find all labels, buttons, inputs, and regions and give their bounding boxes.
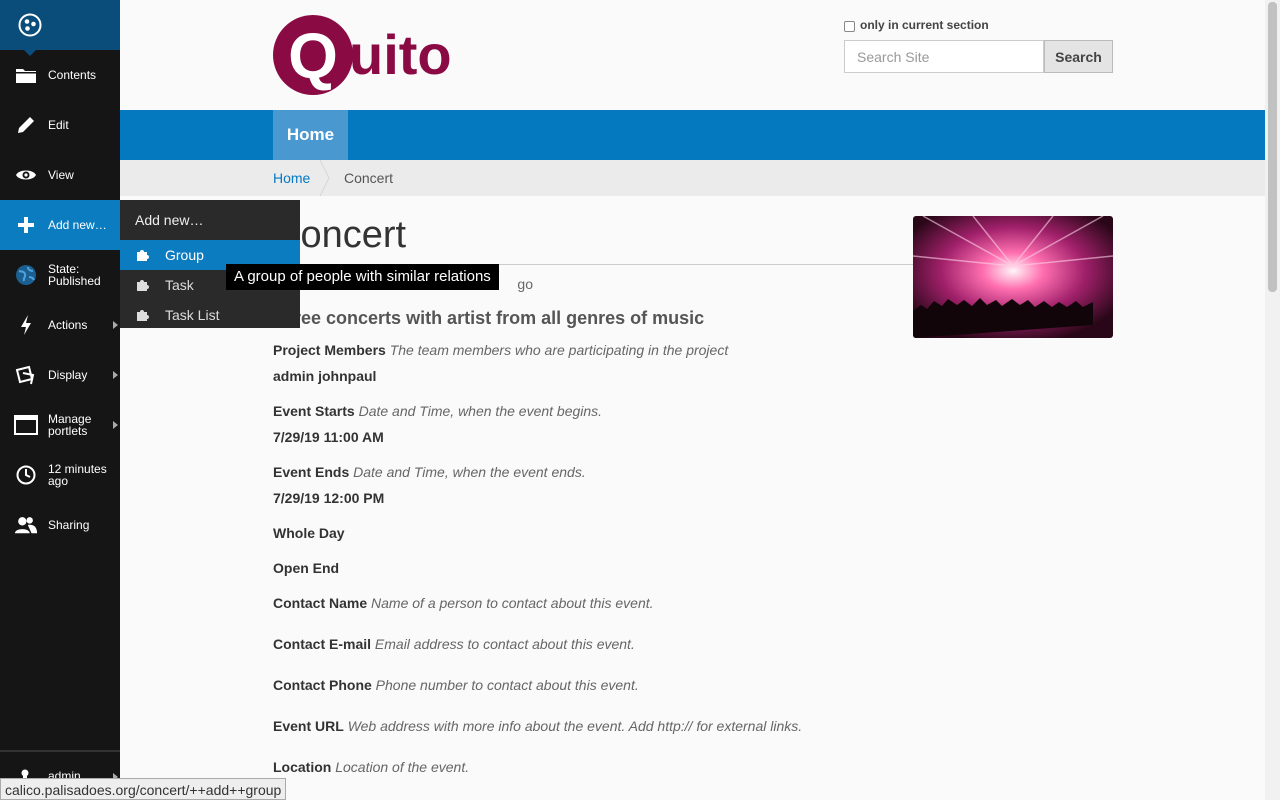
- toolbar-sharing[interactable]: Sharing: [0, 500, 120, 550]
- field-label: Contact E-mail: [273, 636, 372, 652]
- toolbar-add-new-label: Add new…: [48, 218, 107, 232]
- toolbar-actions-label: Actions: [48, 318, 88, 332]
- search-button[interactable]: Search: [1044, 40, 1113, 73]
- site-logo-text: uito: [349, 23, 452, 86]
- field-value: 7/29/19 11:00 AM: [273, 429, 384, 445]
- add-group-label: Group: [165, 247, 204, 263]
- toolbar-view-label: View: [48, 168, 74, 182]
- field-help: Phone number to contact about this event…: [375, 677, 639, 693]
- field-help: Date and Time, when the event ends.: [353, 464, 586, 480]
- field-contact-phone: Contact Phone Phone number to contact ab…: [273, 677, 639, 693]
- display-icon: [14, 363, 38, 387]
- toolbar-actions[interactable]: Actions: [0, 300, 120, 350]
- field-contact-name: Contact Name Name of a person to contact…: [273, 595, 654, 611]
- chevron-right-icon: [113, 321, 118, 329]
- breadcrumb: Home Concert: [120, 160, 1265, 196]
- bolt-icon: [14, 313, 38, 337]
- eye-icon: [14, 163, 38, 187]
- puzzle-icon: [136, 308, 152, 322]
- folder-icon: [14, 63, 38, 87]
- plus-icon: [14, 213, 38, 237]
- plone-logo-button[interactable]: [0, 0, 120, 56]
- field-help: Name of a person to contact about this e…: [371, 595, 654, 611]
- search-input[interactable]: Search Site: [844, 40, 1044, 73]
- add-new-menu-header: Add new…: [135, 212, 204, 228]
- puzzle-icon: [136, 248, 152, 262]
- field-label: Location: [273, 759, 332, 775]
- toolbar-manage-portlets-label: Manage portlets: [48, 412, 92, 438]
- field-label: Event Starts: [273, 403, 355, 419]
- field-help: The team members who are participating i…: [389, 342, 729, 358]
- puzzle-icon: [136, 278, 152, 292]
- add-task-list-item[interactable]: Task List: [120, 300, 300, 330]
- toolbar-sharing-label: Sharing: [48, 518, 90, 532]
- plone-logo-icon: [18, 13, 42, 37]
- page-scrollbar[interactable]: [1265, 0, 1280, 800]
- field-project-members: Project Members The team members who are…: [273, 342, 728, 358]
- toolbar-view[interactable]: View: [0, 150, 120, 200]
- nav-home[interactable]: Home: [273, 110, 348, 160]
- toolbar-state-label: State: Published: [48, 262, 101, 288]
- field-help: Email address to contact about this even…: [374, 636, 635, 652]
- globe-icon: [14, 263, 38, 287]
- field-event-starts: Event Starts Date and Time, when the eve…: [273, 403, 602, 419]
- toolbar-history-label: 12 minutes ago: [48, 462, 107, 488]
- chevron-right-icon: [113, 421, 118, 429]
- field-label: Open End: [273, 560, 340, 576]
- toolbar-contents[interactable]: Contents: [0, 50, 120, 100]
- plone-toolbar: Contents Edit View Add new… State: Publi…: [0, 0, 120, 800]
- field-open-end: Open End: [273, 560, 339, 576]
- field-event-url: Event URL Web address with more info abo…: [273, 718, 802, 734]
- field-whole-day: Whole Day: [273, 525, 345, 541]
- search-section: only in current section Search Site Sear…: [844, 18, 1114, 73]
- field-label: Event URL: [273, 718, 344, 734]
- toolbar-display[interactable]: Display: [0, 350, 120, 400]
- field-help: Date and Time, when the event begins.: [358, 403, 603, 419]
- portlet-icon: [14, 413, 38, 437]
- pencil-icon: [14, 113, 38, 137]
- field-location: Location Location of the event.: [273, 759, 469, 775]
- field-help: Web address with more info about the eve…: [347, 718, 803, 734]
- current-section-toggle[interactable]: only in current section: [844, 18, 1114, 32]
- toolbar-manage-portlets[interactable]: Manage portlets: [0, 400, 120, 450]
- site-logo-letter: Q: [288, 20, 338, 92]
- add-task-list-label: Task List: [165, 307, 220, 323]
- add-task-label: Task: [165, 277, 194, 293]
- field-help: Location of the event.: [335, 759, 470, 775]
- field-label: Event Ends: [273, 464, 350, 480]
- toolbar-state[interactable]: State: Published: [0, 250, 120, 300]
- tooltip: A group of people with similar relations: [226, 264, 499, 290]
- clock-icon: [14, 463, 38, 487]
- page-title: Concert: [273, 212, 913, 265]
- page-description: a free concerts with artist from all gen…: [273, 308, 705, 328]
- field-event-ends: Event Ends Date and Time, when the event…: [273, 464, 586, 480]
- chevron-right-icon: [113, 371, 118, 379]
- toolbar-edit[interactable]: Edit: [0, 100, 120, 150]
- toolbar-display-label: Display: [48, 368, 88, 382]
- field-value: 7/29/19 12:00 PM: [273, 490, 385, 506]
- field-label: Project Members: [273, 342, 386, 358]
- users-icon: [14, 513, 38, 537]
- scrollbar-thumb[interactable]: [1268, 2, 1277, 292]
- breadcrumb-home[interactable]: Home: [273, 170, 310, 186]
- status-bar-url: calico.palisadoes.org/concert/++add++gro…: [0, 778, 287, 800]
- field-label: Contact Name: [273, 595, 368, 611]
- checkbox-label: only in current section: [860, 18, 989, 32]
- field-contact-email: Contact E-mail Email address to contact …: [273, 636, 635, 652]
- toolbar-contents-label: Contents: [48, 68, 97, 82]
- field-label: Whole Day: [273, 525, 345, 541]
- lead-image[interactable]: [913, 216, 1113, 338]
- breadcrumb-separator-icon: [320, 160, 330, 196]
- checkbox[interactable]: [844, 20, 855, 32]
- field-label: Contact Phone: [273, 677, 372, 693]
- toolbar-history[interactable]: 12 minutes ago: [0, 450, 120, 500]
- global-nav: Home: [120, 110, 1265, 160]
- breadcrumb-current: Concert: [344, 170, 394, 186]
- site-logo[interactable]: Q uito: [273, 14, 483, 99]
- toolbar-edit-label: Edit: [48, 118, 69, 132]
- toolbar-add-new[interactable]: Add new…: [0, 200, 120, 250]
- field-value: admin johnpaul: [273, 368, 377, 384]
